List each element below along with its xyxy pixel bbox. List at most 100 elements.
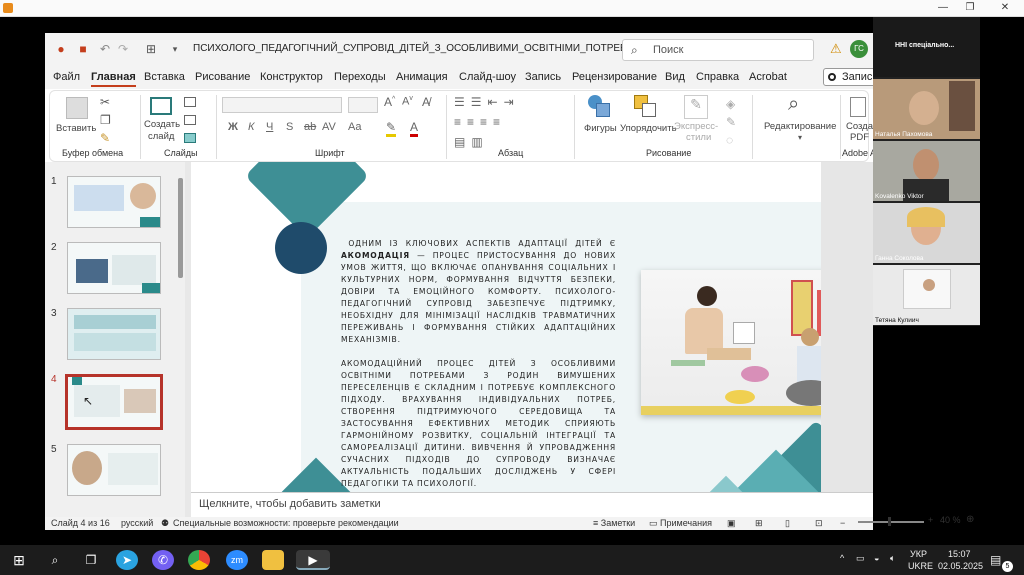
comments-toggle[interactable]: ▭ Примечания	[649, 518, 712, 529]
tab-acrobat[interactable]: Acrobat	[749, 71, 787, 83]
font-color-icon[interactable]: A	[410, 120, 419, 137]
slide-thumbnail-2[interactable]	[67, 242, 161, 294]
tab-draw[interactable]: Рисование	[195, 71, 250, 83]
customize-qat-icon[interactable]: ▾	[167, 41, 183, 57]
change-case-button[interactable]: Aa	[348, 121, 361, 133]
reset-icon[interactable]	[184, 115, 196, 125]
language-top[interactable]: УКР	[910, 549, 927, 559]
chrome-icon[interactable]	[188, 550, 210, 570]
column-buttons-icon[interactable]: ▤▥	[454, 135, 489, 149]
reading-view-icon[interactable]: ▯	[785, 518, 790, 529]
tab-animations[interactable]: Анимация	[396, 71, 448, 83]
tab-home[interactable]: Главная	[91, 71, 136, 87]
tab-record[interactable]: Запись	[525, 71, 561, 83]
strikethrough-icon[interactable]: ab	[304, 121, 316, 133]
language-bottom[interactable]: UKRE	[908, 561, 933, 571]
normal-view-icon[interactable]: ▣	[727, 518, 736, 529]
new-slide-label-2[interactable]: слайд	[148, 131, 174, 142]
maximize-button[interactable]: ❐	[962, 1, 978, 15]
accessibility-status[interactable]: Специальные возможности: проверьте реком…	[173, 518, 399, 528]
slide-thumbnail-1[interactable]	[67, 176, 161, 228]
viber-icon[interactable]: ✆	[152, 550, 174, 570]
create-pdf-label-1[interactable]: Созда	[846, 121, 873, 132]
slide-paragraph-2[interactable]: АКОМОДАЦІЙНИЙ ПРОЦЕС ДІТЕЙ З ОСОБЛИВИМИ …	[341, 358, 616, 490]
clock-time[interactable]: 15:07	[948, 549, 971, 559]
tab-slideshow[interactable]: Слайд-шоу	[459, 71, 516, 83]
save-icon[interactable]: ■	[75, 41, 91, 57]
underline-button[interactable]: Ч	[266, 121, 273, 133]
italic-button[interactable]: К	[248, 121, 254, 133]
arrange-icon[interactable]	[634, 95, 658, 119]
slide-thumbnail-3[interactable]	[67, 308, 161, 360]
record-button[interactable]: Запись	[823, 68, 873, 86]
slide-thumbnail-5[interactable]	[67, 444, 161, 496]
new-slide-icon[interactable]	[150, 97, 172, 115]
zoom-slider-thumb[interactable]	[888, 517, 891, 526]
quick-styles-label-1[interactable]: Экспресс-	[674, 121, 718, 132]
quick-styles-icon[interactable]: ✎	[684, 95, 708, 119]
decrease-font-icon[interactable]: Av	[402, 95, 413, 108]
document-title[interactable]: ПСИХОЛОГО_ПЕДАГОГІЧНИЙ_СУПРОВІД_ДІТЕЙ_З_…	[193, 43, 694, 54]
slide[interactable]: ОДНИМ ІЗ КЛЮЧОВИХ АСПЕКТІВ АДАПТАЦІЇ ДІТ…	[191, 162, 821, 492]
shapes-icon[interactable]	[588, 95, 612, 119]
font-size-select[interactable]	[348, 97, 378, 113]
search-input[interactable]: ⌕ Поиск	[622, 39, 814, 61]
tray-overflow-icon[interactable]: ^	[840, 553, 844, 563]
notes-pane[interactable]: Щелкните, чтобы добавить заметки	[191, 492, 873, 517]
format-painter-icon[interactable]: ✎	[100, 131, 110, 145]
shadow-button[interactable]: S	[286, 121, 293, 133]
layout-icon[interactable]	[184, 97, 196, 107]
zoom-slider-track[interactable]	[858, 521, 924, 523]
increase-font-icon[interactable]: A^	[384, 95, 395, 109]
accessibility-icon[interactable]: ⚉	[161, 518, 169, 529]
cut-icon[interactable]: ✂	[100, 95, 110, 109]
tab-file[interactable]: Файл	[53, 71, 80, 83]
new-slide-label-1[interactable]: Создать	[144, 119, 180, 130]
minimize-button[interactable]: —	[935, 1, 951, 15]
zoom-level[interactable]: 40 %	[940, 515, 961, 525]
participant-tile[interactable]: Наталья Пахомова	[873, 79, 980, 139]
zoom-in-button[interactable]: +	[928, 515, 933, 525]
clear-format-icon[interactable]: A̸	[422, 95, 430, 109]
copy-icon[interactable]: ❐	[100, 113, 111, 127]
arrange-label[interactable]: Упорядочить	[620, 123, 677, 134]
present-icon[interactable]: ⊞	[143, 41, 159, 57]
find-icon[interactable]: ⌕	[788, 93, 799, 116]
tab-help[interactable]: Справка	[696, 71, 739, 83]
warning-icon[interactable]: ⚠	[830, 41, 842, 57]
paste-icon[interactable]	[66, 97, 88, 119]
font-family-select[interactable]	[222, 97, 342, 113]
file-explorer-icon[interactable]	[262, 550, 284, 570]
avatar[interactable]: ГС	[850, 40, 868, 58]
notifications-icon[interactable]: ▤	[990, 553, 1001, 567]
participant-tile[interactable]: Тетяна Кулиич	[873, 265, 980, 325]
search-icon[interactable]: ⌕	[44, 550, 66, 570]
editing-label[interactable]: Редактирование	[764, 121, 836, 132]
volume-icon[interactable]: 🔈︎	[890, 553, 895, 564]
participant-tile[interactable]: Kovalenko Viktor	[873, 141, 980, 201]
thumbnails-scrollbar[interactable]	[178, 178, 183, 278]
tab-insert[interactable]: Вставка	[144, 71, 185, 83]
highlight-icon[interactable]: ✎	[386, 120, 397, 137]
slide-paragraph-1[interactable]: ОДНИМ ІЗ КЛЮЧОВИХ АСПЕКТІВ АДАПТАЦІЇ ДІТ…	[341, 238, 616, 346]
tab-view[interactable]: Вид	[665, 71, 685, 83]
slideshow-icon[interactable]: ⊡	[815, 518, 823, 529]
quick-styles-label-2[interactable]: стили	[686, 132, 711, 143]
task-view-icon[interactable]: ❐	[80, 550, 102, 570]
shapes-label[interactable]: Фигуры	[584, 123, 617, 134]
tab-transitions[interactable]: Переходы	[334, 71, 386, 83]
clock-date[interactable]: 02.05.2025	[938, 561, 983, 571]
slide-thumbnail-4[interactable]	[65, 374, 163, 430]
network-icon[interactable]: ◒	[874, 553, 879, 563]
notes-toggle[interactable]: ≡ Заметки	[593, 518, 635, 528]
slide-photo[interactable]	[641, 270, 821, 415]
create-pdf-label-2[interactable]: PDF	[850, 132, 869, 143]
shape-format-icons[interactable]: ◈ ✎ ◌	[726, 95, 736, 149]
section-icon[interactable]	[184, 133, 196, 143]
fit-slide-icon[interactable]: ⊕	[966, 514, 974, 525]
chevron-down-icon[interactable]: ▾	[798, 133, 802, 142]
zoom-out-button[interactable]: −	[840, 518, 845, 528]
close-button[interactable]: ✕	[997, 1, 1013, 15]
participant-tile[interactable]: Ганна Соколова	[873, 203, 980, 263]
language-indicator[interactable]: русский	[121, 518, 153, 528]
